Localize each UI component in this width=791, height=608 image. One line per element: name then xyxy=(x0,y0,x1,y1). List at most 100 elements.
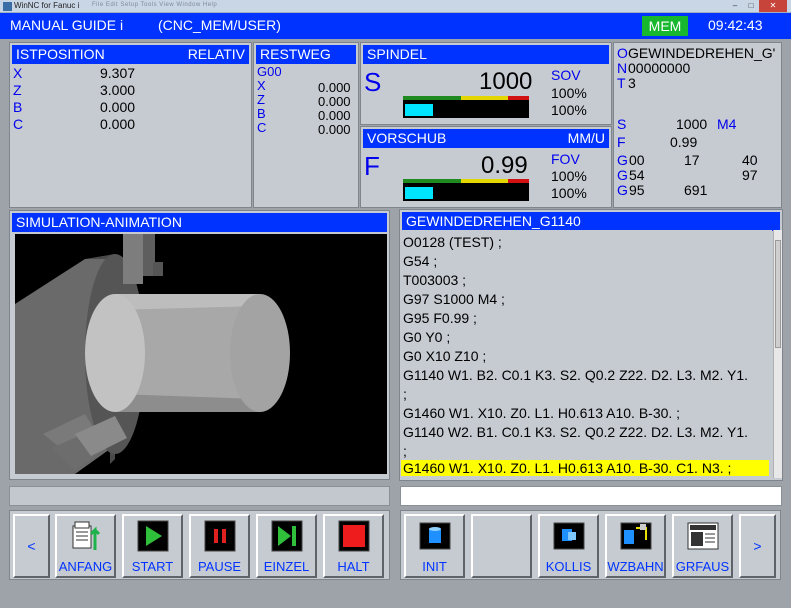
g-label-2: G xyxy=(617,167,628,183)
menu-help[interactable]: Help xyxy=(203,2,217,8)
menu-tools[interactable]: Tools xyxy=(141,2,158,8)
vorschub-value: 0.99 xyxy=(481,152,528,179)
program-start-icon xyxy=(72,521,101,550)
vorschub-title: VORSCHUB MM/U xyxy=(363,129,609,148)
program-line[interactable]: G1140 W2. B1. C0.1 K3. S2. Q0.2 Z22. D2.… xyxy=(403,424,748,440)
rest-axis-x: X xyxy=(257,78,266,93)
init-button[interactable]: INIT xyxy=(404,514,465,578)
program-line[interactable]: O0128 (TEST) ; xyxy=(403,234,502,250)
mode-label: MANUAL GUIDE i xyxy=(10,17,124,33)
scrollbar-thumb[interactable] xyxy=(775,240,781,348)
menu-edit[interactable]: Edit xyxy=(106,2,118,8)
softkey-prev-button[interactable]: < xyxy=(13,514,50,578)
vorschub-panel: VORSCHUB MM/U F 0.99 FOV 100% 100% xyxy=(360,126,612,208)
program-line[interactable]: G97 S1000 M4 ; xyxy=(403,291,505,307)
program-line[interactable]: G1140 W1. B2. C0.1 K3. S2. Q0.2 Z22. D2.… xyxy=(403,367,748,383)
rest-value-x: 0.000 xyxy=(318,80,351,95)
istposition-panel: ISTPOSITION RELATIV X 9.307 Z 3.000 B 0.… xyxy=(9,42,252,208)
g-label-1: G xyxy=(617,152,628,168)
graphic-output-icon xyxy=(687,522,719,550)
play-icon xyxy=(137,520,169,552)
status-header: MANUAL GUIDE i (CNC_MEM/USER) MEM 09:42:… xyxy=(0,13,791,39)
t-label: T xyxy=(617,75,626,91)
halt-button[interactable]: HALT xyxy=(323,514,384,578)
feed-load-fill xyxy=(405,187,433,199)
close-button[interactable]: ✕ xyxy=(759,0,787,12)
rest-value-z: 0.000 xyxy=(318,94,351,109)
stop-icon xyxy=(338,520,370,552)
menu-setup[interactable]: Setup xyxy=(120,2,138,8)
message-line-left xyxy=(9,486,390,506)
program-line-current[interactable]: G1460 W1. X10. Z0. L1. H0.613 A10. B-30.… xyxy=(401,460,769,476)
init-label: INIT xyxy=(422,559,447,574)
menu-bar[interactable]: File Edit Setup Tools View Window Help xyxy=(92,2,217,8)
pause-label: PAUSE xyxy=(197,559,242,574)
spindel-panel: SPINDEL S 1000 SOV 100% 100% xyxy=(360,42,612,125)
program-info-panel: O GEWINDEDREHEN_G' N 00000000 T 3 S 1000… xyxy=(613,42,782,208)
program-line[interactable]: G1460 W1. X10. Z0. L1. H0.613 A10. B-30.… xyxy=(403,405,680,421)
program-line[interactable]: G0 Y0 ; xyxy=(403,329,450,345)
program-line[interactable]: G95 F0.99 ; xyxy=(403,310,477,326)
minimize-button[interactable]: – xyxy=(727,0,743,12)
ist-axis-c: C xyxy=(13,116,24,132)
rest-axis-c: C xyxy=(257,120,267,135)
program-scrollbar[interactable] xyxy=(773,230,782,478)
program-line[interactable]: ; xyxy=(403,443,407,459)
spindel-value: 1000 xyxy=(479,68,533,95)
g-a-1: 17 xyxy=(684,152,700,168)
rest-value-b: 0.000 xyxy=(318,108,351,123)
feed-unit: MM/U xyxy=(567,130,605,146)
menu-view[interactable]: View xyxy=(159,2,174,8)
feed-load-bar xyxy=(403,179,529,201)
path-label: (CNC_MEM/USER) xyxy=(158,17,281,33)
collision-icon xyxy=(553,522,585,550)
s-value: 1000 xyxy=(676,116,708,132)
g-b-2: 97 xyxy=(742,167,758,183)
ist-value-z: 3.000 xyxy=(100,82,136,98)
wzbahn-button[interactable]: WZBAHN xyxy=(605,514,666,578)
spindel-title: SPINDEL xyxy=(363,45,609,64)
menu-window[interactable]: Window xyxy=(176,2,200,8)
program-line[interactable]: G0 X10 Z10 ; xyxy=(403,348,486,364)
relativ-label: RELATIV xyxy=(187,46,245,62)
mem-badge: MEM xyxy=(642,16,688,36)
grfaus-button[interactable]: GRFAUS xyxy=(672,514,733,578)
ist-axis-z: Z xyxy=(13,82,22,98)
n-label: N xyxy=(617,60,628,76)
o-value: GEWINDEDREHEN_G' xyxy=(628,45,776,61)
program-listing[interactable]: O0128 (TEST) ; G54 ; T003003 ; G97 S1000… xyxy=(400,230,772,478)
rest-value-c: 0.000 xyxy=(318,122,351,137)
init-workpiece-icon xyxy=(419,522,451,550)
spindel-letter: S xyxy=(364,67,382,97)
f-value: 0.99 xyxy=(670,134,698,150)
program-line[interactable]: ; xyxy=(403,386,407,402)
empty-softkey-button[interactable] xyxy=(471,514,532,578)
ist-axis-b: B xyxy=(13,99,23,115)
softkey-next-button[interactable]: > xyxy=(739,514,776,578)
anfang-button[interactable]: ANFANG xyxy=(55,514,116,578)
menu-file[interactable]: File xyxy=(92,2,104,8)
message-line-right xyxy=(400,486,782,506)
window-title: WinNC for Fanuc i xyxy=(14,1,80,10)
program-line[interactable]: T003003 ; xyxy=(403,272,466,288)
rest-axis-b: B xyxy=(257,106,266,121)
grfaus-label: GRFAUS xyxy=(675,559,730,574)
rest-gcode: G00 xyxy=(257,64,282,79)
wzbahn-label: WZBAHN xyxy=(607,559,664,574)
einzel-button[interactable]: EINZEL xyxy=(256,514,317,578)
program-line[interactable]: G54 ; xyxy=(403,253,437,269)
lathe-chuck-workpiece-render xyxy=(15,234,290,474)
window-titlebar: WinNC for Fanuc i File Edit Setup Tools … xyxy=(0,0,791,13)
kollis-label: KOLLIS xyxy=(545,559,592,574)
app-icon xyxy=(3,2,12,11)
anfang-label: ANFANG xyxy=(58,559,113,574)
kollis-button[interactable]: KOLLIS xyxy=(538,514,599,578)
maximize-button[interactable]: □ xyxy=(743,0,759,12)
fov-label: FOV xyxy=(551,151,580,167)
g-code-2: 54 xyxy=(629,167,645,183)
pause-button[interactable]: PAUSE xyxy=(189,514,250,578)
start-button[interactable]: START xyxy=(122,514,183,578)
clock: 09:42:43 xyxy=(708,17,763,33)
simulation-viewport[interactable] xyxy=(15,234,387,474)
ist-value-x: 9.307 xyxy=(100,65,136,81)
